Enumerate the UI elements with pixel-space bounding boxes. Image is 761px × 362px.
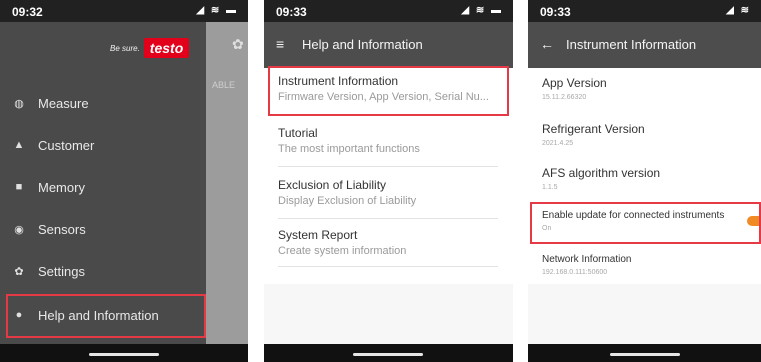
- info-row-afs-algorithm-version: AFS algorithm version 1.1.5: [528, 166, 761, 191]
- list-item-system-report[interactable]: System Report Create system information: [264, 228, 513, 257]
- info-label: Network Information: [542, 254, 632, 265]
- list-item-title: System Report: [278, 228, 358, 242]
- highlight-frame: [268, 66, 509, 116]
- home-indicator[interactable]: [353, 353, 423, 356]
- info-label: App Version: [542, 76, 607, 90]
- empty-area: [264, 284, 513, 344]
- empty-area: [528, 284, 761, 344]
- phone-screen-help: 09:33 ◢ ≋ ▬ ≡ Help and Information Instr…: [264, 0, 513, 362]
- testo-logo: testo: [143, 38, 190, 58]
- menu-item-settings[interactable]: ✿ Settings: [0, 256, 206, 286]
- menu-item-label: Memory: [38, 179, 85, 195]
- info-row-app-version: App Version 15.11.2.66320: [528, 76, 761, 101]
- status-bar: 09:33 ◢ ≋: [528, 0, 761, 22]
- brand-logo: Be sure. testo: [110, 36, 190, 60]
- status-time: 09:33: [540, 5, 571, 19]
- menu-item-label: Settings: [38, 263, 85, 279]
- person-icon: ▲: [13, 139, 25, 151]
- divider: [278, 218, 498, 219]
- list-item-exclusion-of-liability[interactable]: Exclusion of Liability Display Exclusion…: [264, 178, 513, 207]
- gear-icon: ✿: [14, 265, 24, 278]
- menu-item-label: Measure: [38, 95, 89, 111]
- info-value: 1.1.5: [542, 184, 558, 191]
- background-content: [206, 22, 248, 344]
- info-label: AFS algorithm version: [542, 166, 661, 180]
- list-item-tutorial[interactable]: Tutorial The most important functions: [264, 126, 513, 155]
- memory-icon: ■: [15, 181, 23, 193]
- home-indicator[interactable]: [89, 353, 159, 356]
- phone-screen-menu: 09:32 ◢ ≋ ▬ ABLE ✿ Be sure. testo ◍ Meas…: [0, 0, 248, 362]
- list-item-subtitle: Create system information: [278, 245, 407, 257]
- list-item-subtitle: The most important functions: [278, 143, 420, 155]
- menu-item-label: Customer: [38, 137, 95, 153]
- menu-item-measure[interactable]: ◍ Measure: [0, 88, 206, 118]
- info-value: 2021.4.25: [542, 140, 574, 147]
- status-icons: ◢ ≋ ▬: [461, 5, 503, 16]
- info-value: 15.11.2.66320: [542, 94, 587, 101]
- menu-item-memory[interactable]: ■ Memory: [0, 172, 206, 202]
- info-row-network-information: Network Information 192.168.0.111:50600: [528, 254, 761, 276]
- menu-item-label: Sensors: [38, 221, 86, 237]
- highlight-frame: [6, 294, 206, 338]
- settings-gear-icon[interactable]: ✿: [232, 36, 244, 53]
- phone-screen-instrument-info: 09:33 ◢ ≋ ← Instrument Information App V…: [528, 0, 761, 362]
- system-nav-bar: [0, 344, 248, 362]
- status-time: 09:32: [12, 5, 43, 19]
- status-bar: 09:32 ◢ ≋ ▬: [0, 0, 248, 22]
- page-title: Help and Information: [302, 37, 423, 52]
- divider: [278, 266, 498, 267]
- app-bar: ≡ Help and Information: [264, 22, 513, 68]
- info-row-refrigerant-version: Refrigerant Version 2021.4.25: [528, 122, 761, 147]
- menu-item-customer[interactable]: ▲ Customer: [0, 130, 206, 160]
- list-item-title: Exclusion of Liability: [278, 178, 387, 192]
- status-bar: 09:33 ◢ ≋ ▬: [264, 0, 513, 22]
- list-item-title: Tutorial: [278, 126, 318, 140]
- divider: [278, 166, 498, 167]
- app-bar: ← Instrument Information: [528, 22, 761, 68]
- back-arrow-icon[interactable]: ←: [540, 36, 554, 52]
- info-label: Refrigerant Version: [542, 122, 645, 136]
- gauge-icon: ◍: [14, 97, 24, 110]
- brand-slogan: Be sure.: [110, 43, 140, 53]
- system-nav-bar: [528, 344, 761, 362]
- highlight-frame: [530, 202, 761, 244]
- sensors-icon: ◉: [14, 223, 24, 236]
- hamburger-menu-icon[interactable]: ≡: [276, 36, 284, 52]
- page-title: Instrument Information: [566, 37, 697, 52]
- status-icons: ◢ ≋: [726, 5, 751, 16]
- status-icons: ◢ ≋ ▬: [196, 5, 238, 16]
- background-tab-label: ABLE: [212, 80, 236, 90]
- status-time: 09:33: [276, 5, 307, 19]
- home-indicator[interactable]: [610, 353, 680, 356]
- list-item-subtitle: Display Exclusion of Liability: [278, 195, 417, 207]
- system-nav-bar: [264, 344, 513, 362]
- menu-item-sensors[interactable]: ◉ Sensors: [0, 214, 206, 244]
- info-value: 192.168.0.111:50600: [542, 269, 608, 276]
